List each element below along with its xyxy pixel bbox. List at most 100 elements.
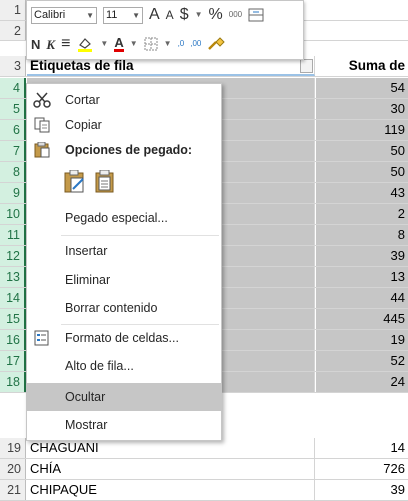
value-cell[interactable]: 39 [316, 246, 408, 266]
sum-total-header[interactable]: Suma de Total [316, 56, 408, 93]
value-cell[interactable]: 19 [316, 330, 408, 350]
borders-icon[interactable] [144, 37, 158, 51]
row-label-cell[interactable]: CHÍA [27, 459, 315, 479]
row-number[interactable]: 11 [0, 225, 26, 245]
value-cell[interactable]: 119 [316, 120, 408, 140]
scissors-icon [33, 92, 51, 108]
menu-section-paste-options: Opciones de pegado: [27, 138, 221, 162]
value-cell[interactable]: 2 [316, 204, 408, 224]
row-number[interactable]: 9 [0, 183, 26, 203]
menu-item-unhide[interactable]: Mostrar [27, 413, 221, 437]
value-cell[interactable]: 13 [316, 267, 408, 287]
menu-item-label: Insertar [65, 244, 108, 258]
menu-item-paste-special[interactable]: Pegado especial... [27, 206, 221, 230]
menu-item-label: Copiar [65, 118, 102, 132]
mini-toolbar-row-2: N K ≡ ▼ A ▼ ▼ ,0 ,00 [27, 30, 303, 58]
menu-item-label: Ocultar [65, 390, 106, 404]
row-number[interactable]: 12 [0, 246, 26, 266]
menu-item-delete[interactable]: Eliminar [27, 268, 221, 292]
chevron-down-icon: ▼ [132, 10, 140, 20]
menu-item-format-cells[interactable]: Formato de celdas... [27, 326, 221, 350]
bold-button[interactable]: N [31, 38, 40, 51]
menu-item-clear-contents[interactable]: Borrar contenido [27, 296, 221, 320]
menu-item-label: Eliminar [65, 273, 111, 287]
font-size-select[interactable]: 11 ▼ [103, 6, 143, 24]
mini-toolbar: Calibri ▼ 11 ▼ A A $ ▼ % 000 N K ≡ ▼ A ▼ [26, 0, 304, 60]
decrease-decimal-button[interactable]: ,00 [190, 40, 201, 48]
value-cell[interactable]: 30 [316, 99, 408, 119]
font-color-button[interactable]: A [114, 36, 124, 52]
value-cell[interactable]: 50 [316, 141, 408, 161]
menu-item-copy[interactable]: Copiar [27, 113, 221, 137]
menu-item-label: Mostrar [65, 418, 108, 432]
value-cell[interactable]: 14 [316, 438, 408, 458]
menu-item-insert[interactable]: Insertar [27, 239, 221, 263]
currency-format-button[interactable]: $ [180, 7, 189, 23]
menu-item-row-height[interactable]: Alto de fila... [27, 354, 221, 378]
context-menu: Cortar Copiar Opciones de pegado: Pegado… [26, 83, 222, 441]
row-number[interactable]: 2 [0, 20, 26, 40]
row-number[interactable]: 7 [0, 141, 26, 161]
row-number[interactable]: 14 [0, 288, 26, 308]
row-number[interactable]: 17 [0, 351, 26, 371]
row-label-cell[interactable]: CHIPAQUE [27, 480, 315, 500]
value-cell[interactable]: 52 [316, 351, 408, 371]
font-size-value: 11 [106, 8, 118, 21]
value-cell[interactable]: 8 [316, 225, 408, 245]
percent-format-button[interactable]: % [209, 7, 223, 23]
value-cell[interactable]: 44 [316, 288, 408, 308]
chevron-down-icon[interactable]: ▼ [130, 40, 138, 48]
chevron-down-icon[interactable]: ▼ [195, 11, 203, 19]
row-labels-header-text: Etiquetas de fila [30, 58, 134, 73]
row-number[interactable]: 18 [0, 372, 26, 392]
font-name-value: Calibri [34, 8, 66, 21]
grow-font-button[interactable]: A [149, 7, 160, 23]
value-cell[interactable]: 726 [316, 459, 408, 479]
increase-decimal-button[interactable]: ,0 [178, 40, 185, 48]
row-number[interactable]: 3 [0, 56, 26, 76]
thousands-separator-button[interactable]: 000 [229, 11, 242, 19]
row-number[interactable]: 19 [0, 438, 26, 458]
italic-button[interactable]: K [46, 38, 55, 51]
align-center-button[interactable]: ≡ [61, 36, 70, 52]
row-number[interactable]: 10 [0, 204, 26, 224]
row-number[interactable]: 6 [0, 120, 26, 140]
row-number[interactable]: 1 [0, 0, 26, 20]
row-number[interactable]: 20 [0, 459, 26, 479]
table-row[interactable]: 20 CHÍA 726 [0, 459, 408, 480]
row-number[interactable]: 5 [0, 99, 26, 119]
row-number[interactable]: 16 [0, 330, 26, 350]
row-number[interactable]: 13 [0, 267, 26, 287]
chevron-down-icon[interactable]: ▼ [100, 40, 108, 48]
font-name-select[interactable]: Calibri ▼ [31, 6, 97, 24]
menu-item-label: Pegado especial... [65, 211, 168, 225]
value-cell[interactable]: 54 [316, 78, 408, 98]
merge-center-icon[interactable] [248, 8, 264, 22]
menu-item-label: Cortar [65, 93, 100, 107]
row-number[interactable]: 8 [0, 162, 26, 182]
menu-divider [61, 324, 219, 325]
row-number[interactable]: 4 [0, 78, 26, 98]
format-painter-icon[interactable] [207, 37, 226, 51]
value-cell[interactable]: 39 [316, 480, 408, 500]
chevron-down-icon[interactable]: ▼ [164, 40, 172, 48]
value-cell[interactable]: 445 [316, 309, 408, 329]
mini-toolbar-row-1: Calibri ▼ 11 ▼ A A $ ▼ % 000 [27, 1, 303, 29]
format-cells-icon [34, 330, 49, 346]
paste-icon[interactable] [63, 170, 87, 194]
value-cell[interactable]: 24 [316, 372, 408, 392]
row-number[interactable]: 15 [0, 309, 26, 329]
table-row[interactable]: 21 CHIPAQUE 39 [0, 480, 408, 501]
row-number[interactable]: 21 [0, 480, 26, 500]
fill-color-icon[interactable] [76, 36, 94, 52]
menu-item-cut[interactable]: Cortar [27, 88, 221, 112]
value-cell[interactable]: 50 [316, 162, 408, 182]
value-cell[interactable]: 43 [316, 183, 408, 203]
table-row[interactable]: 19 CHAGUANI 14 [0, 438, 408, 459]
paste-values-icon[interactable] [93, 170, 117, 194]
menu-item-label: Borrar contenido [65, 301, 158, 315]
menu-item-label: Alto de fila... [65, 359, 134, 373]
shrink-font-button[interactable]: A [166, 9, 174, 21]
filter-dropdown-button[interactable] [300, 59, 313, 73]
menu-item-hide[interactable]: Ocultar [27, 383, 221, 411]
